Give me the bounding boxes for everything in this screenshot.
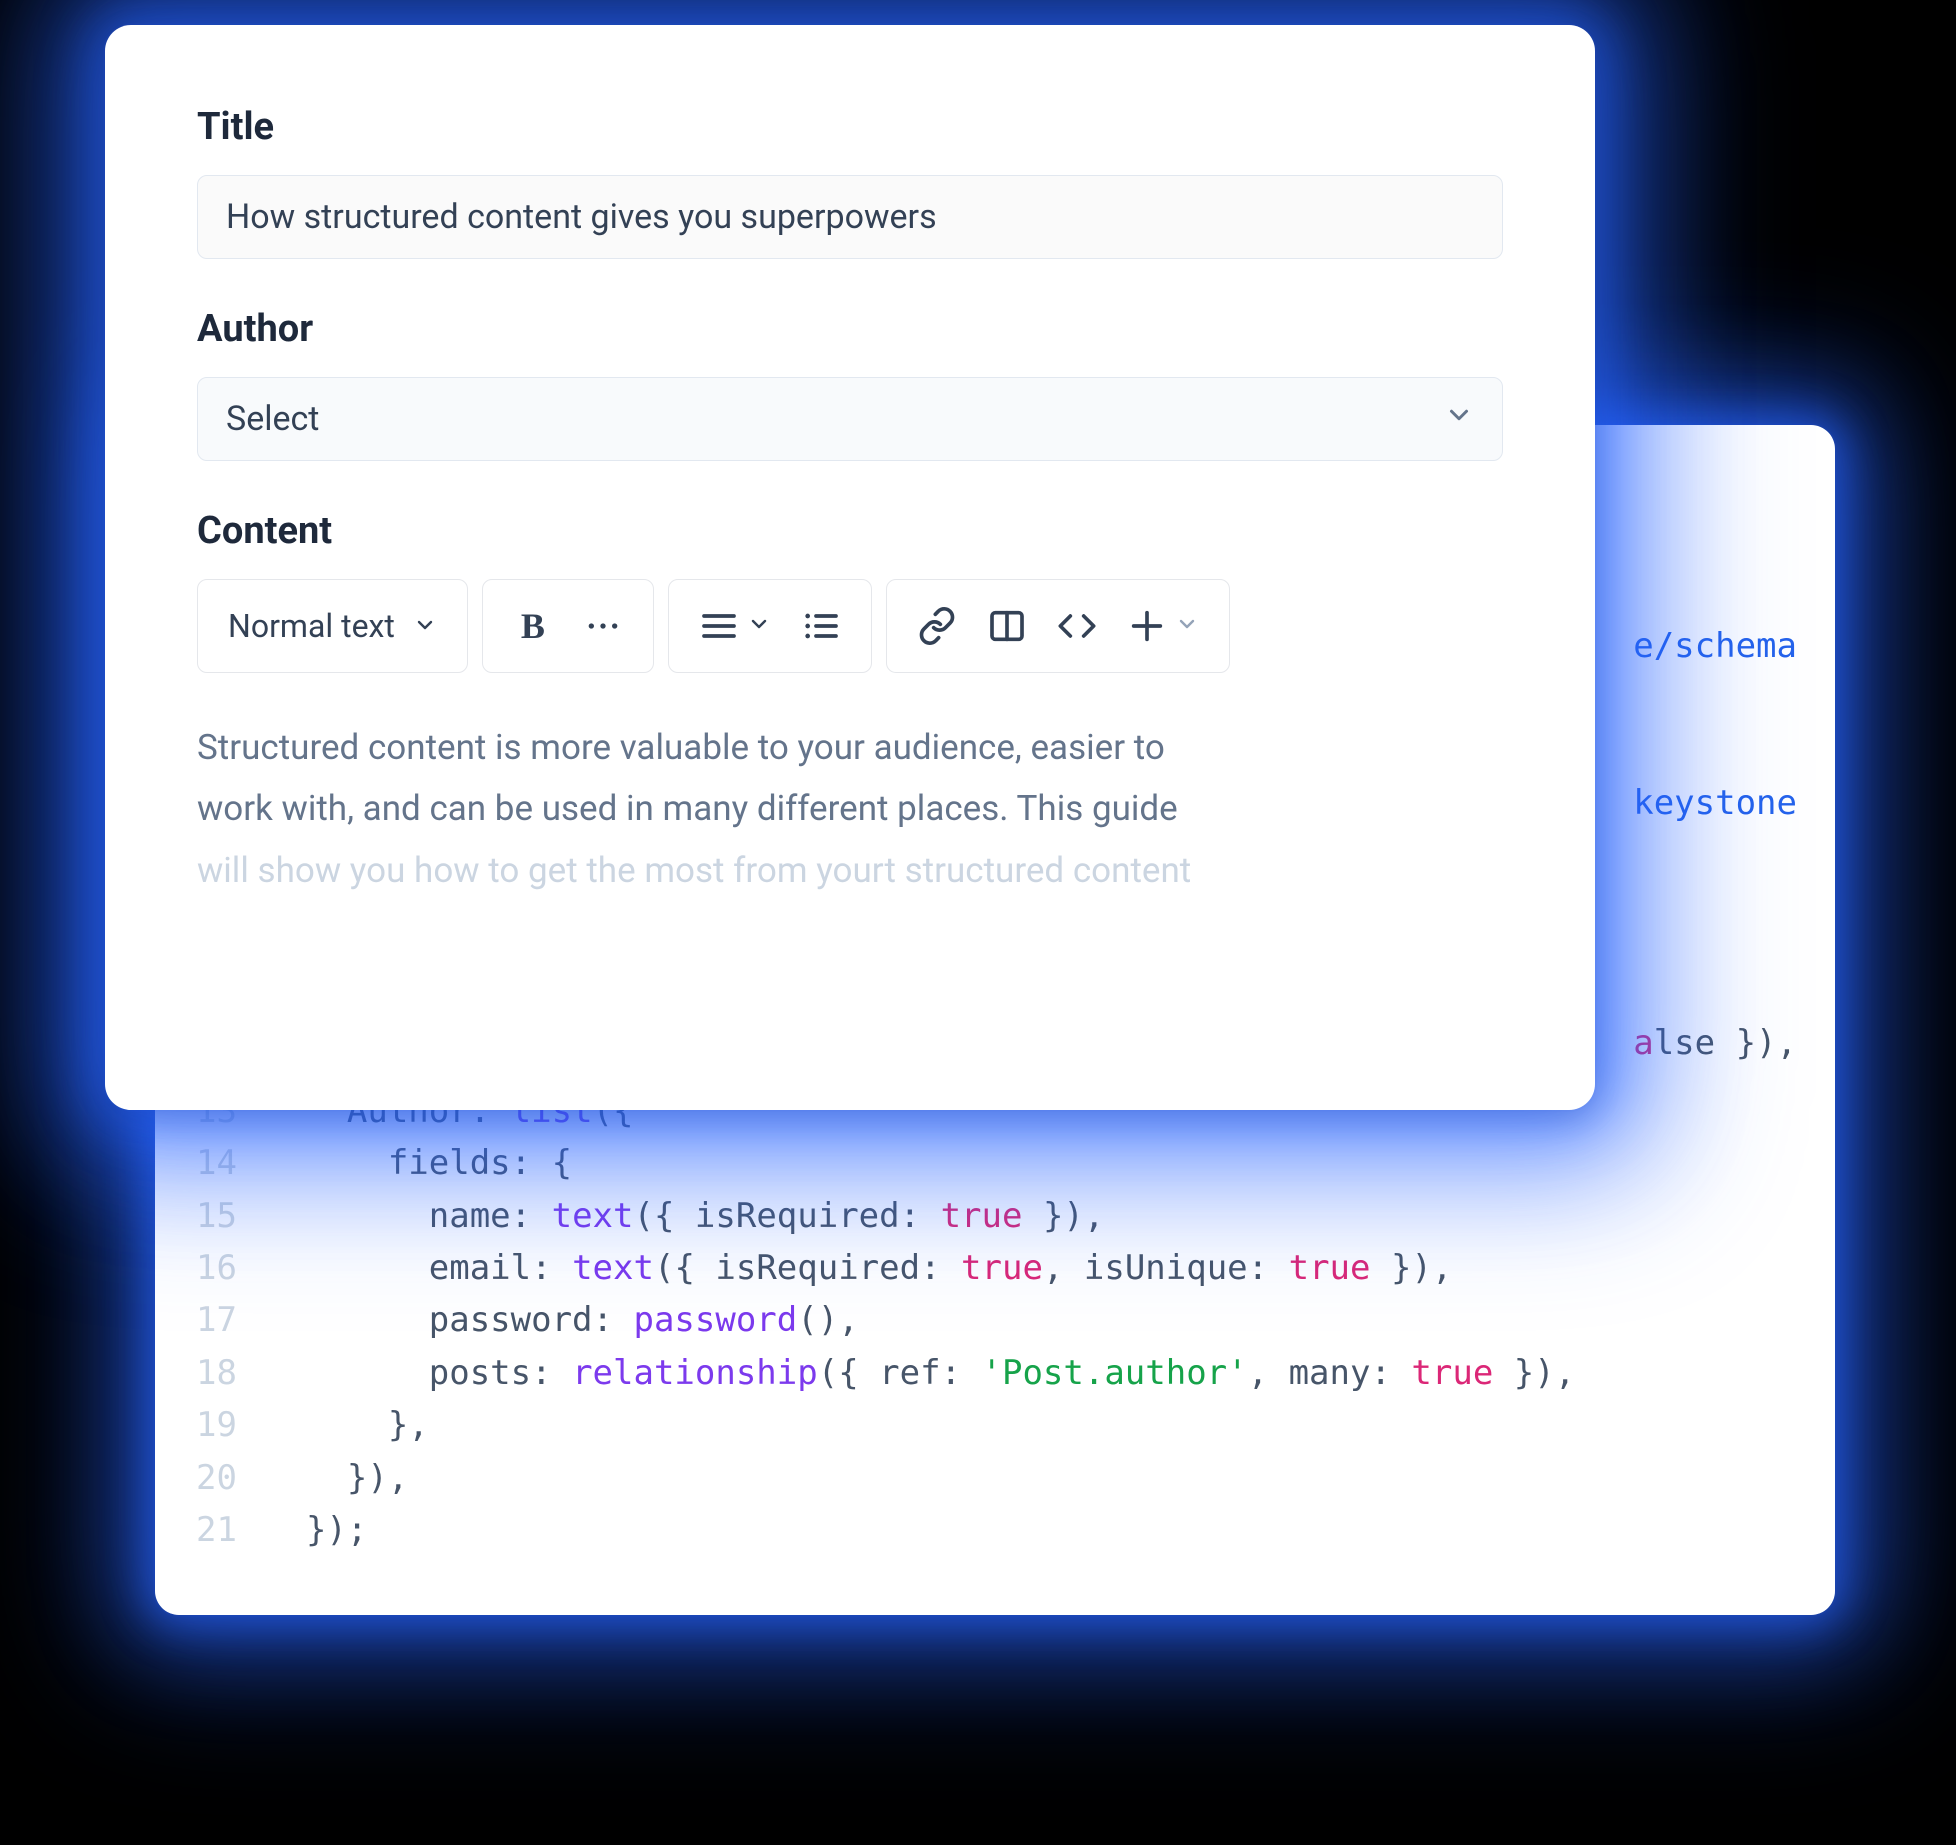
chevron-down-icon <box>1444 399 1474 439</box>
bold-icon[interactable]: B <box>513 606 553 646</box>
align-icon[interactable] <box>699 606 739 646</box>
chevron-down-icon <box>747 612 771 640</box>
code-fragment-top: e/schema keystone <box>1633 515 1797 934</box>
toolbar-format-group: B <box>482 579 654 673</box>
editor-panel: Title How structured content gives you s… <box>105 25 1595 1110</box>
columns-icon[interactable] <box>987 606 1027 646</box>
code-line: 19 }, <box>155 1399 1795 1451</box>
author-select[interactable]: Select <box>197 377 1503 461</box>
content-line-faded: will show you how to get the most from y… <box>197 840 1503 901</box>
line-number: 18 <box>155 1347 265 1399</box>
code-fragment-line: e/schema <box>1633 620 1797 672</box>
code-icon[interactable] <box>1057 606 1097 646</box>
code-line: 16 email: text({ isRequired: true, isUni… <box>155 1242 1795 1294</box>
list-icon[interactable] <box>801 606 841 646</box>
code-line-body: name: text({ isRequired: true }), <box>265 1190 1104 1242</box>
code-fragment-line: keystone <box>1633 777 1797 829</box>
line-number: 20 <box>155 1452 265 1504</box>
line-number: 17 <box>155 1294 265 1346</box>
code-line: 20 }), <box>155 1452 1795 1504</box>
code-line: 14 fields: { <box>155 1137 1795 1189</box>
content-line: work with, and can be used in many diffe… <box>197 778 1503 839</box>
code-line: 21 }); <box>155 1504 1795 1556</box>
line-number: 14 <box>155 1137 265 1189</box>
editor-toolbar: Normal text B <box>197 579 1503 673</box>
code-line-body: }); <box>265 1504 367 1556</box>
line-number: 19 <box>155 1399 265 1451</box>
toolbar-block-style[interactable]: Normal text <box>197 579 468 673</box>
plus-icon[interactable] <box>1127 606 1167 646</box>
chevron-down-icon <box>1175 612 1199 640</box>
code-line-body: fields: { <box>265 1137 572 1189</box>
content-line: Structured content is more valuable to y… <box>197 717 1503 778</box>
block-style-label: Normal text <box>228 607 395 645</box>
line-number: 15 <box>155 1190 265 1242</box>
code-line-body: password: password(), <box>265 1294 859 1346</box>
code-line-body: }), <box>265 1452 408 1504</box>
line-number: 16 <box>155 1242 265 1294</box>
more-icon[interactable] <box>583 606 623 646</box>
code-line-body: }, <box>265 1399 429 1451</box>
code-line: 15 name: text({ isRequired: true }), <box>155 1190 1795 1242</box>
code-line: 17 password: password(), <box>155 1294 1795 1346</box>
toolbar-paragraph-group <box>668 579 872 673</box>
chevron-down-icon <box>413 607 437 645</box>
code-line-body: posts: relationship({ ref: 'Post.author'… <box>265 1347 1575 1399</box>
content-editor[interactable]: Structured content is more valuable to y… <box>197 717 1503 901</box>
line-number: 21 <box>155 1504 265 1556</box>
toolbar-insert-group <box>886 579 1230 673</box>
link-icon[interactable] <box>917 606 957 646</box>
author-select-placeholder: Select <box>226 399 319 439</box>
title-input-value: How structured content gives you superpo… <box>226 197 937 237</box>
title-input[interactable]: How structured content gives you superpo… <box>197 175 1503 259</box>
content-label: Content <box>197 509 1503 553</box>
author-label: Author <box>197 307 1503 351</box>
code-line-body: email: text({ isRequired: true, isUnique… <box>265 1242 1452 1294</box>
title-label: Title <box>197 105 1503 149</box>
code-lines: 13 Author: list({14 fields: {15 name: te… <box>155 1085 1795 1556</box>
code-line: 18 posts: relationship({ ref: 'Post.auth… <box>155 1347 1795 1399</box>
